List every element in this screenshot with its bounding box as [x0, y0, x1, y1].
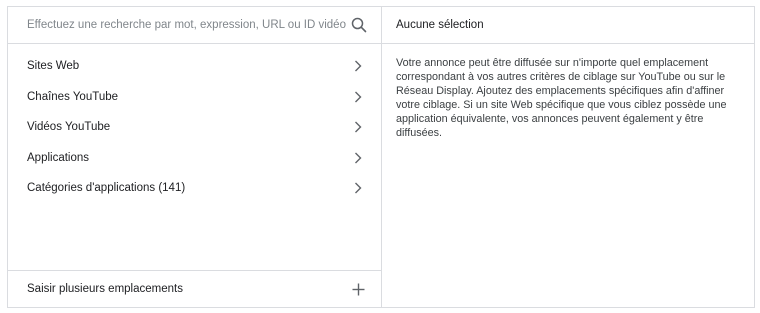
chevron-right-icon — [352, 152, 364, 164]
chevron-right-icon — [352, 182, 364, 194]
search-bar — [8, 7, 381, 44]
category-item-chaines-youtube[interactable]: Chaînes YouTube — [8, 82, 381, 113]
category-item-sites-web[interactable]: Sites Web — [8, 51, 381, 82]
category-label: Sites Web — [27, 60, 80, 73]
category-label: Vidéos YouTube — [27, 121, 111, 134]
search-input[interactable] — [27, 19, 349, 31]
browse-panel: Sites Web Chaînes YouTube Vidéos YouTube… — [8, 7, 382, 307]
category-label: Chaînes YouTube — [27, 90, 119, 103]
selection-description: Votre annonce peut être diffusée sur n'i… — [396, 57, 727, 139]
category-label: Catégories d'applications (141) — [27, 182, 186, 195]
selection-panel: Aucune sélection Votre annonce peut être… — [382, 7, 754, 307]
selection-title: Aucune sélection — [382, 7, 754, 44]
bulk-entry-button[interactable]: Saisir plusieurs emplacements — [8, 270, 381, 307]
plus-icon — [351, 282, 365, 296]
chevron-right-icon — [352, 60, 364, 72]
category-item-applications[interactable]: Applications — [8, 143, 381, 174]
bulk-entry-label: Saisir plusieurs emplacements — [27, 283, 183, 295]
category-item-videos-youtube[interactable]: Vidéos YouTube — [8, 112, 381, 143]
chevron-right-icon — [352, 91, 364, 103]
category-item-app-categories[interactable]: Catégories d'applications (141) — [8, 173, 381, 204]
chevron-right-icon — [352, 121, 364, 133]
placement-picker: Sites Web Chaînes YouTube Vidéos YouTube… — [7, 6, 755, 308]
search-icon[interactable] — [349, 15, 369, 35]
category-label: Applications — [27, 151, 90, 164]
category-list: Sites Web Chaînes YouTube Vidéos YouTube… — [8, 44, 381, 270]
